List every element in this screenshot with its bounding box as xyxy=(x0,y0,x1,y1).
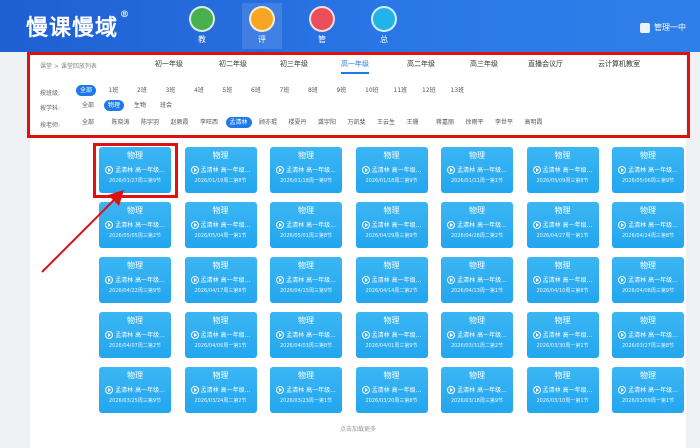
annotation-arrow xyxy=(41,190,124,273)
arrow-line xyxy=(41,195,119,273)
